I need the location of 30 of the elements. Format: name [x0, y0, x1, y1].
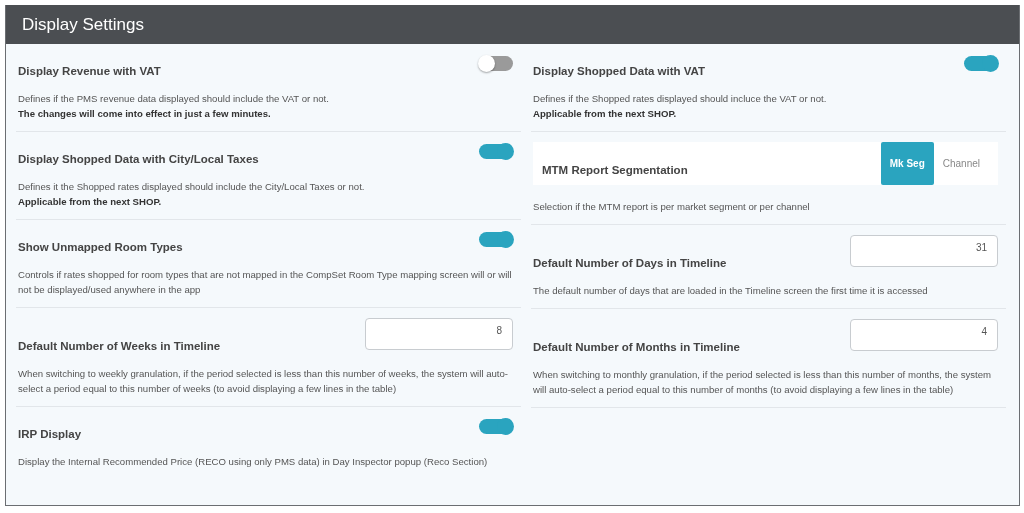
setting-description: Defines it the Shopped rates displayed should include the City/Local Taxes or not. [18, 180, 366, 194]
setting-note: Applicable from the next SHOP. [533, 107, 678, 121]
setting-note: Applicable from the next SHOP. [18, 195, 163, 209]
number-field[interactable]: 31 [850, 235, 998, 267]
toggle-switch[interactable] [479, 144, 513, 159]
setting-description: Display the Internal Recommended Price (RECO using only PMS data) in Day Inspector popup (Reco Section) [18, 455, 489, 469]
toggle-switch[interactable] [479, 419, 513, 434]
setting-note: The changes will come into effect in just a few minutes. [18, 107, 272, 121]
setting-title: Default Number of Months in Timeline [533, 341, 740, 353]
number-field[interactable]: 8 [365, 318, 513, 350]
setting-title: MTM Report Segmentation [542, 164, 688, 176]
number-field[interactable]: 4 [850, 319, 998, 351]
setting-title: Display Shopped Data with City/Local Taxes [18, 153, 259, 165]
setting-description: When switching to weekly granulation, if the period selected is less than this number of weeks, the system will auto-select a period equal to this number of weeks (to avoid displaying a few lines in the table) [18, 367, 510, 396]
setting-description: The default number of days that are loaded in the Timeline screen the first time it is accessed [533, 284, 929, 298]
panel-title: Display Settings [22, 14, 144, 35]
setting-title: IRP Display [18, 428, 82, 440]
setting-title: Display Shopped Data with VAT [533, 65, 706, 77]
setting-title: Display Revenue with VAT [18, 65, 161, 77]
setting-title: Default Number of Days in Timeline [533, 257, 727, 269]
toggle-switch[interactable] [964, 56, 998, 71]
setting-description: Defines if the Shopped rates displayed should incluce the VAT or not. [533, 92, 828, 106]
setting-description: When switching to monthly granulation, if the period selected is less than this number of months, the system will auto-select a period equal to this number of months (to avoid displaying a few lines in the table) [533, 368, 993, 397]
toggle-switch[interactable] [479, 232, 513, 247]
setting-description: Defines if the PMS revenue data displayed should include the VAT or not. [18, 92, 330, 106]
setting-description: Controls if rates shopped for room types that are not mapped in the CompSet Room Type mapping screen will or will not be displayed/used anywhere in the app [18, 268, 513, 297]
setting-description: Selection if the MTM report is per market segment or per channel [533, 200, 811, 214]
setting-title: Default Number of Weeks in Timeline [18, 340, 221, 352]
setting-title: Show Unmapped Room Types [18, 241, 183, 253]
toggle-switch[interactable] [479, 56, 513, 71]
